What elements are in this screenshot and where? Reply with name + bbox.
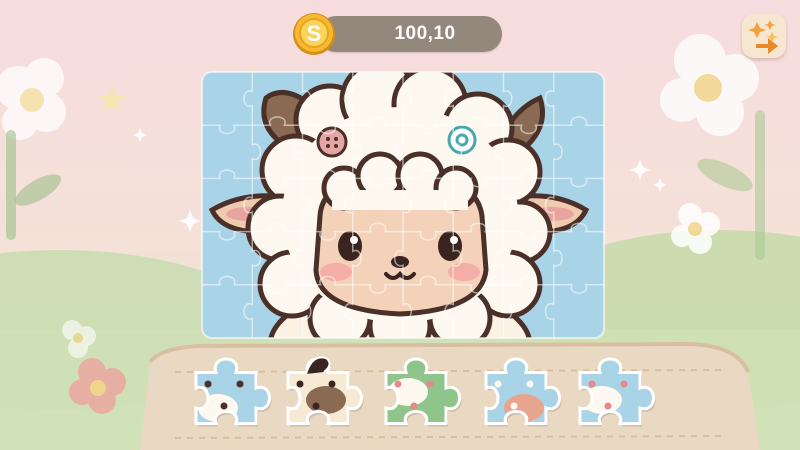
coin-counter: 100,10 xyxy=(318,16,502,52)
coin-symbol: S xyxy=(307,21,322,46)
eye-shine xyxy=(350,236,358,244)
sheep-eye-left xyxy=(338,231,362,261)
piece-pattern-dot xyxy=(296,380,304,388)
piece-pattern-dot xyxy=(236,380,244,388)
piece-pattern-dot xyxy=(204,380,212,388)
sheep-eye-right xyxy=(438,231,462,261)
piece-pattern-dot xyxy=(410,402,418,410)
flower-top-left xyxy=(0,58,66,140)
game-scene xyxy=(0,0,800,450)
piece-pattern-dot xyxy=(328,380,336,388)
sheep-cheek-left xyxy=(320,263,352,281)
piece-pattern-dot xyxy=(604,402,612,410)
sparkle-arrow-icon xyxy=(748,20,778,54)
piece-pattern-dot xyxy=(510,402,518,410)
piece-pattern-dot xyxy=(426,380,434,388)
coin-icon: S xyxy=(293,13,335,55)
hint-button[interactable] xyxy=(742,14,786,58)
piece-pattern-dot xyxy=(220,402,228,410)
flower-stem-right xyxy=(755,110,765,260)
piece-pattern-blob xyxy=(306,386,346,414)
piece-pattern-dot xyxy=(494,380,502,388)
piece-pattern-dot xyxy=(526,380,534,388)
piece-pattern-dot xyxy=(394,380,402,388)
piece-pattern-dot xyxy=(620,380,628,388)
piece-pattern-dot xyxy=(588,380,596,388)
piece-pattern-dot xyxy=(312,402,320,410)
flower-stem-left xyxy=(6,130,16,240)
coin-value: 100,10 xyxy=(394,23,456,44)
